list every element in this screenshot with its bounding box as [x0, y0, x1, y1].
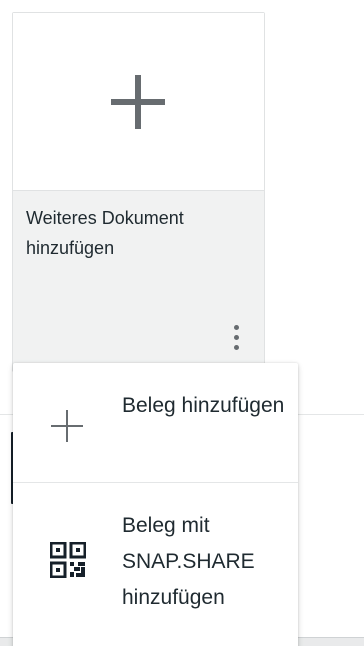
- document-preview[interactable]: [13, 13, 264, 191]
- qr-code-icon: [49, 541, 87, 583]
- context-menu: Beleg hinzufügen Beleg mit SNAP.SHARE hi…: [13, 363, 298, 646]
- add-document-card[interactable]: Weiteres Dokument hinzufügen: [12, 12, 265, 372]
- menu-item-label: Beleg mit SNAP.SHARE hinzufügen: [122, 514, 255, 609]
- page: Weiteres Dokument hinzufügen Beleg hinzu…: [0, 0, 364, 646]
- menu-item-add-receipt-snapshare[interactable]: Beleg mit SNAP.SHARE hinzufügen: [13, 483, 298, 646]
- menu-item-label: Beleg hinzufügen: [122, 394, 285, 417]
- more-vertical-icon[interactable]: [227, 322, 247, 354]
- plus-icon: [49, 408, 85, 449]
- menu-item-add-receipt[interactable]: Beleg hinzufügen: [13, 363, 298, 483]
- card-label: Weiteres Dokument hinzufügen: [26, 208, 184, 258]
- plus-icon: [111, 75, 165, 129]
